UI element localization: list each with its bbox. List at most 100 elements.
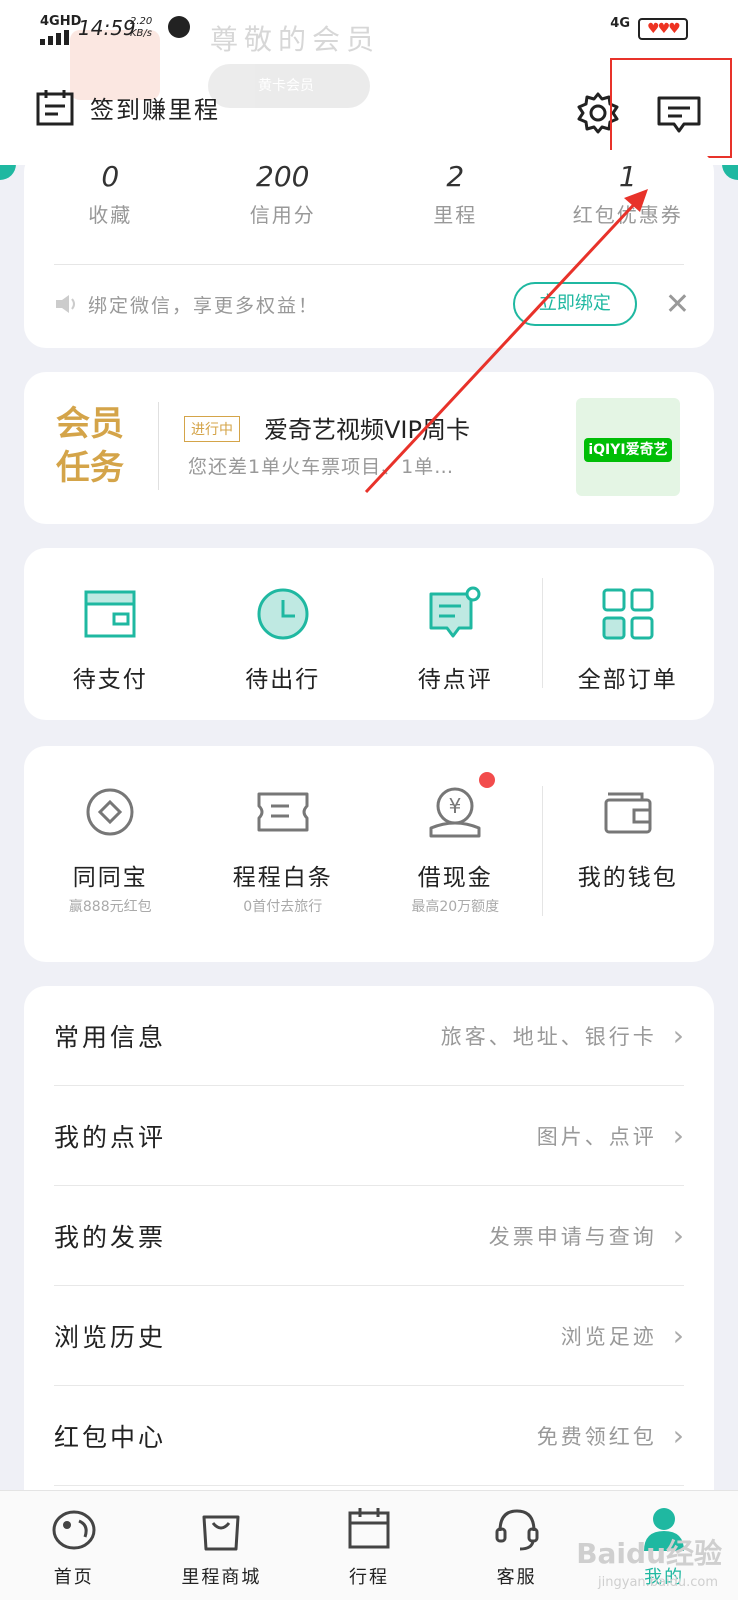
nav-label: 首页	[53, 1567, 94, 1588]
nav-label: 行程	[348, 1567, 389, 1588]
finance-my-wallet[interactable]: 我的钱包	[542, 746, 715, 962]
stat-label: 里程	[433, 203, 478, 227]
task-reward-image: iQIYI爱奇艺	[576, 398, 680, 496]
finance-sub: 0首付去旅行	[243, 899, 323, 915]
comment-icon	[429, 586, 481, 638]
stat-value: 2	[446, 160, 465, 193]
finance-label: 我的钱包	[577, 865, 678, 891]
stats-card: 0 收藏 200 信用分 2 里程 1 红包优惠券 绑定微信，享更多权益！ 立即…	[24, 150, 714, 348]
nav-customer-service[interactable]: 客服	[443, 1491, 591, 1600]
network-type-right: 4G	[610, 16, 630, 31]
clock: 14:59	[78, 16, 136, 40]
nav-home[interactable]: 首页	[0, 1491, 148, 1600]
finance-label: 程程白条	[232, 865, 333, 891]
divider	[542, 578, 543, 688]
grid-icon	[602, 588, 654, 640]
fish-mascot-icon	[52, 1510, 96, 1550]
svg-text:¥: ¥	[449, 794, 462, 818]
divider	[54, 264, 684, 265]
stat-label: 红包优惠券	[572, 203, 683, 227]
status-bar: 4GHD 14:59 2.20 KB/s 4G ♥♥♥	[40, 14, 688, 45]
list-item-hint: 旅客、地址、银行卡	[440, 1024, 657, 1049]
order-pending-payment[interactable]: 待支付	[24, 548, 197, 720]
member-task-card[interactable]: 会员任务 进行中 爱奇艺视频VIP周卡 您还差1单火车票项目、1单… iQIYI…	[24, 372, 714, 524]
stat-label: 信用分	[249, 203, 316, 227]
order-pending-review[interactable]: 待点评	[369, 548, 542, 720]
divider	[158, 402, 159, 490]
order-label: 全部订单	[577, 667, 678, 693]
list-item-hint: 浏览足迹	[560, 1324, 657, 1349]
calendar-icon	[36, 90, 74, 126]
finance-sub: 最高20万额度	[411, 899, 500, 915]
wallet-icon	[604, 792, 652, 834]
settings-list: 常用信息 旅客、地址、银行卡 › 我的点评 图片、点评 › 我的发票 发票申请与…	[24, 986, 714, 1506]
list-item-title: 我的点评	[54, 1122, 167, 1152]
close-icon[interactable]: ✕	[665, 287, 690, 322]
bind-wechat-button[interactable]: 立即绑定	[512, 282, 637, 326]
chevron-right-icon: ›	[672, 1319, 684, 1352]
annotation-highlight-box	[610, 58, 732, 158]
calendar-icon	[348, 1508, 390, 1549]
chevron-right-icon: ›	[672, 1119, 684, 1152]
stat-favorites[interactable]: 0 收藏	[24, 160, 197, 228]
stat-mileage[interactable]: 2 里程	[369, 160, 542, 228]
wechat-bind-banner: 绑定微信，享更多权益！ 立即绑定 ✕	[54, 278, 690, 330]
finance-label: 借现金	[417, 865, 493, 891]
list-item-hint: 图片、点评	[536, 1124, 657, 1149]
list-item-red-packet-center[interactable]: 红包中心 免费领红包 ›	[54, 1386, 684, 1486]
battery-icon: ♥♥♥	[638, 18, 688, 40]
notification-dot	[479, 772, 495, 788]
stat-value: 200	[256, 160, 310, 193]
list-item-hint: 发票申请与查询	[488, 1224, 657, 1249]
header: 尊敬的会员 黄卡会员 4GHD 14:59 2.20 KB/s 4G ♥♥♥ 签…	[0, 0, 738, 165]
finance-label: 同同宝	[72, 865, 148, 891]
signal-icon	[40, 30, 69, 45]
nav-mileage-mall[interactable]: 里程商城	[148, 1491, 296, 1600]
member-level-badge[interactable]: 黄卡会员	[208, 64, 370, 108]
finance-chengcheng-baitiao[interactable]: 程程白条 0首付去旅行	[197, 746, 370, 962]
stats-row: 0 收藏 200 信用分 2 里程 1 红包优惠券	[24, 160, 714, 228]
speaker-icon	[56, 295, 75, 313]
stat-value: 1	[618, 160, 637, 193]
stat-credit-score[interactable]: 200 信用分	[197, 160, 370, 228]
list-item-title: 我的发票	[54, 1222, 167, 1252]
list-item-common-info[interactable]: 常用信息 旅客、地址、银行卡 ›	[54, 986, 684, 1086]
stat-label: 收藏	[88, 203, 133, 227]
wallet-card-icon	[84, 590, 136, 638]
finance-tongtongbao[interactable]: 同同宝 赢888元红包	[24, 746, 197, 962]
network-speed: 2.20 KB/s	[130, 16, 153, 39]
task-description: 您还差1单火车票项目、1单…	[188, 456, 455, 478]
diamond-coin-icon	[86, 788, 134, 836]
wechat-bind-text: 绑定微信，享更多权益！	[88, 294, 320, 317]
headset-icon	[495, 1509, 539, 1551]
nav-label: 客服	[496, 1567, 537, 1588]
shopping-bag-icon	[202, 1515, 240, 1551]
finance-borrow-cash[interactable]: ¥ 借现金 最高20万额度	[369, 746, 542, 962]
clock-icon	[257, 588, 309, 640]
finance-card: 同同宝 赢888元红包 程程白条 0首付去旅行 ¥ 借现金 最高20万额度 我的…	[24, 746, 714, 962]
list-item-browse-history[interactable]: 浏览历史 浏览足迹 ›	[54, 1286, 684, 1386]
signin-label: 签到赚里程	[90, 95, 220, 124]
list-item-my-reviews[interactable]: 我的点评 图片、点评 ›	[54, 1086, 684, 1186]
ticket-icon	[257, 792, 309, 832]
watermark-url: jingyan.baidu.com	[598, 1575, 718, 1590]
bottom-nav: 首页 里程商城 行程 客服 我的 Baidu经验 jingyan.baidu.c…	[0, 1490, 738, 1600]
member-task-logo: 会员任务	[56, 404, 124, 488]
network-type: 4GHD	[40, 14, 82, 29]
nav-label: 里程商城	[181, 1567, 262, 1588]
divider	[542, 786, 543, 916]
app-notification-icon	[168, 16, 190, 38]
order-label: 待出行	[245, 667, 321, 693]
iqiyi-logo: iQIYI爱奇艺	[584, 438, 672, 462]
chevron-right-icon: ›	[672, 1019, 684, 1052]
order-pending-travel[interactable]: 待出行	[197, 548, 370, 720]
status-badge: 进行中	[184, 416, 240, 442]
nav-trips[interactable]: 行程	[295, 1491, 443, 1600]
order-all[interactable]: 全部订单	[542, 548, 715, 720]
watermark: Baidu经验	[576, 1537, 722, 1570]
signin-entry[interactable]: 签到赚里程	[36, 88, 220, 126]
list-item-my-invoices[interactable]: 我的发票 发票申请与查询 ›	[54, 1186, 684, 1286]
list-item-title: 红包中心	[54, 1422, 167, 1452]
stat-coupons[interactable]: 1 红包优惠券	[542, 160, 715, 228]
finance-sub: 赢888元红包	[68, 899, 152, 915]
